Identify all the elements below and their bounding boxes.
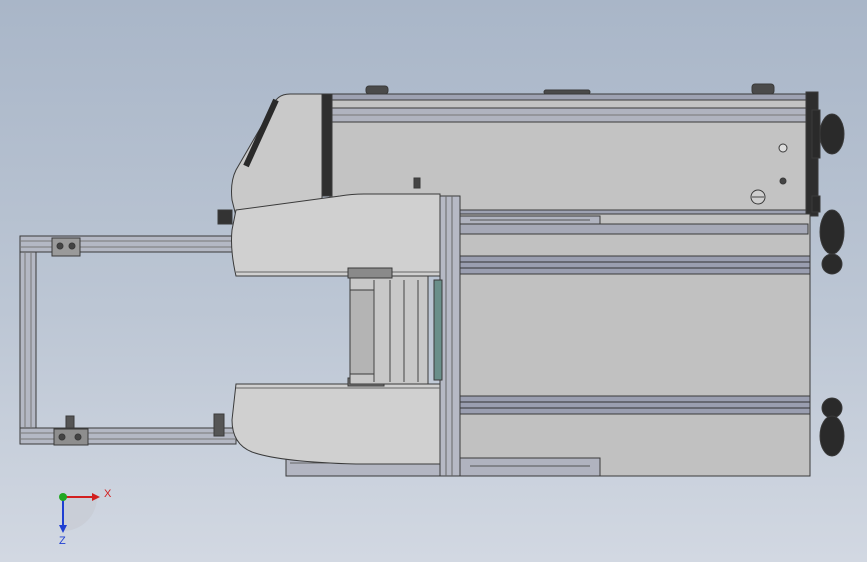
machine-body[interactable] bbox=[217, 83, 845, 477]
vertical-tube-rail bbox=[19, 251, 37, 429]
foot-1 bbox=[819, 113, 845, 155]
upper-arm-cover bbox=[231, 193, 441, 277]
foot-5 bbox=[819, 415, 845, 457]
foot-2 bbox=[819, 209, 845, 255]
top-clip-3 bbox=[751, 83, 775, 95]
machine-drawing: X Z bbox=[19, 83, 845, 547]
vertical-post bbox=[439, 195, 461, 477]
y-axis-dot bbox=[59, 493, 67, 501]
left-tube-frame[interactable] bbox=[19, 235, 237, 446]
green-strip bbox=[433, 279, 443, 381]
upper-clamp-block bbox=[51, 237, 81, 257]
top-clip-1 bbox=[365, 85, 389, 95]
foot-4 bbox=[821, 397, 843, 419]
top-clip-2 bbox=[543, 89, 591, 95]
adjust-knob bbox=[65, 415, 75, 429]
x-axis-label: X bbox=[104, 488, 112, 500]
guide-rail-lower bbox=[459, 395, 811, 415]
lower-arm-cover bbox=[231, 383, 441, 465]
foot-3 bbox=[821, 253, 843, 275]
guide-rail-upper bbox=[459, 255, 811, 275]
coordinate-triad: X Z bbox=[59, 488, 112, 547]
tube-end-knob bbox=[213, 413, 225, 437]
z-axis-label: Z bbox=[59, 535, 66, 547]
head-knob bbox=[217, 209, 233, 225]
front-head-cover bbox=[231, 93, 323, 217]
cad-viewport[interactable]: X Z bbox=[0, 0, 867, 562]
lower-tube-rail bbox=[19, 427, 237, 445]
lower-frame bbox=[439, 213, 811, 477]
